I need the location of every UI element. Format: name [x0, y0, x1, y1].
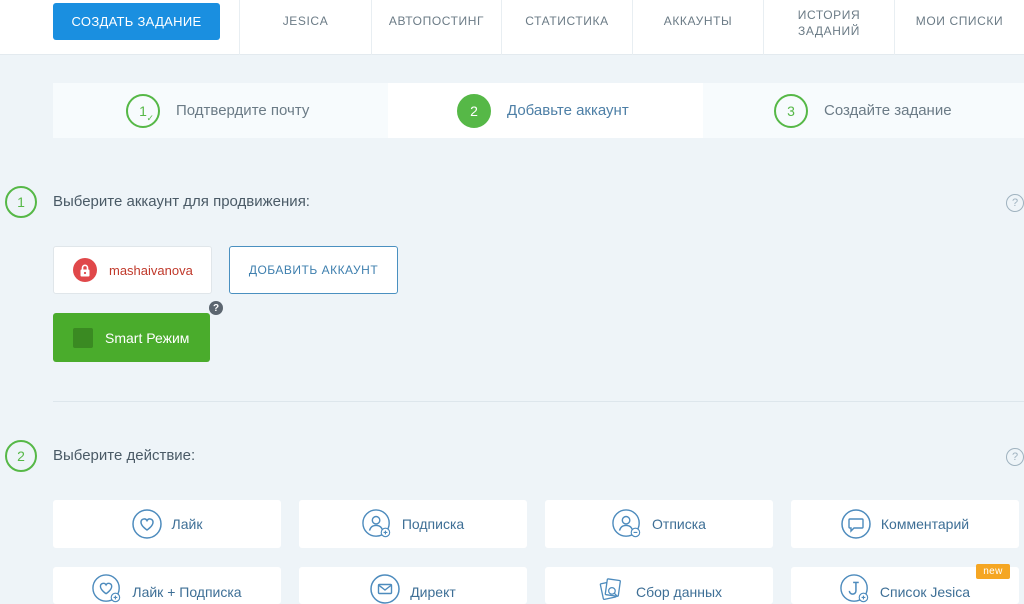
action-label: Лайк — [171, 516, 203, 532]
step-confirm-email: 1 ✓ Подтвердите почту — [126, 83, 309, 138]
smart-help-icon[interactable]: ? — [209, 301, 223, 315]
action-like-follow[interactable]: Лайк + Подписка — [53, 567, 281, 604]
step-label: Подтвердите почту — [176, 102, 310, 119]
action-label: Сбор данных — [635, 584, 723, 600]
smart-mode-checkbox[interactable] — [73, 327, 93, 348]
help-icon[interactable]: ? — [1006, 448, 1024, 466]
help-icon[interactable]: ? — [1006, 194, 1024, 212]
step-label: Создайте задание — [824, 102, 952, 119]
action-label: Отписка — [652, 516, 706, 532]
new-badge: new — [976, 564, 1010, 579]
mail-icon — [370, 574, 400, 604]
onboarding-stepper: 1 ✓ Подтвердите почту 2 Добавьте аккаунт… — [53, 83, 1024, 138]
tab-statistics[interactable]: СТАТИСТИКА — [501, 0, 632, 55]
top-nav: СОЗДАТЬ ЗАДАНИЕ JESICA АВТОПОСТИНГ СТАТИ… — [0, 0, 1024, 55]
step-create-task: 3 Создайте задание — [774, 83, 952, 138]
action-data-collect[interactable]: Сбор данных — [545, 567, 773, 604]
smart-mode-toggle[interactable]: Smart Режим — [53, 313, 210, 362]
user-remove-icon — [612, 509, 642, 539]
section-number: 2 — [5, 440, 37, 472]
action-like[interactable]: Лайк — [53, 500, 281, 548]
step-number: 3 — [774, 93, 808, 128]
user-add-icon — [362, 509, 392, 539]
data-collect-icon — [596, 574, 626, 604]
tab-accounts[interactable]: АККАУНТЫ — [632, 0, 763, 55]
action-label: Подписка — [401, 516, 465, 532]
step-number: 2 — [457, 93, 491, 128]
heart-add-icon — [92, 574, 122, 604]
section-number: 1 — [5, 186, 37, 218]
action-unfollow[interactable]: Отписка — [545, 500, 773, 548]
account-card[interactable]: mashaivanova — [53, 246, 212, 294]
action-follow[interactable]: Подписка — [299, 500, 527, 548]
action-label: Список Jesica — [879, 584, 971, 600]
create-task-button[interactable]: СОЗДАТЬ ЗАДАНИЕ — [53, 3, 220, 40]
step-number: 1 ✓ — [126, 93, 160, 128]
account-name: mashaivanova — [109, 262, 193, 278]
action-label: Комментарий — [880, 516, 970, 532]
action-label: Лайк + Подписка — [132, 584, 242, 600]
tab-autoposting[interactable]: АВТОПОСТИНГ — [371, 0, 501, 55]
step-add-account: 2 Добавьте аккаунт — [457, 83, 629, 138]
divider — [53, 401, 1024, 402]
lock-icon — [73, 258, 97, 282]
tab-task-history[interactable]: ИСТОРИЯ ЗАДАНИЙ — [763, 0, 894, 55]
action-label: Директ — [410, 584, 456, 600]
tab-my-lists[interactable]: МОИ СПИСКИ — [894, 0, 1024, 55]
comment-icon — [841, 509, 871, 539]
smart-mode-label: Smart Режим — [105, 329, 190, 346]
add-account-button[interactable]: ДОБАВИТЬ АККАУНТ — [229, 246, 398, 294]
tab-jesica[interactable]: JESICA — [239, 0, 371, 55]
action-comment[interactable]: Комментарий — [791, 500, 1019, 548]
section-title: Выберите аккаунт для продвижения: — [53, 193, 310, 210]
action-direct[interactable]: Директ — [299, 567, 527, 604]
check-icon: ✓ — [146, 112, 154, 123]
step-label: Добавьте аккаунт — [507, 102, 629, 119]
heart-icon — [131, 509, 162, 539]
section-title: Выберите действие: — [53, 447, 196, 464]
jesica-list-icon — [840, 574, 870, 604]
